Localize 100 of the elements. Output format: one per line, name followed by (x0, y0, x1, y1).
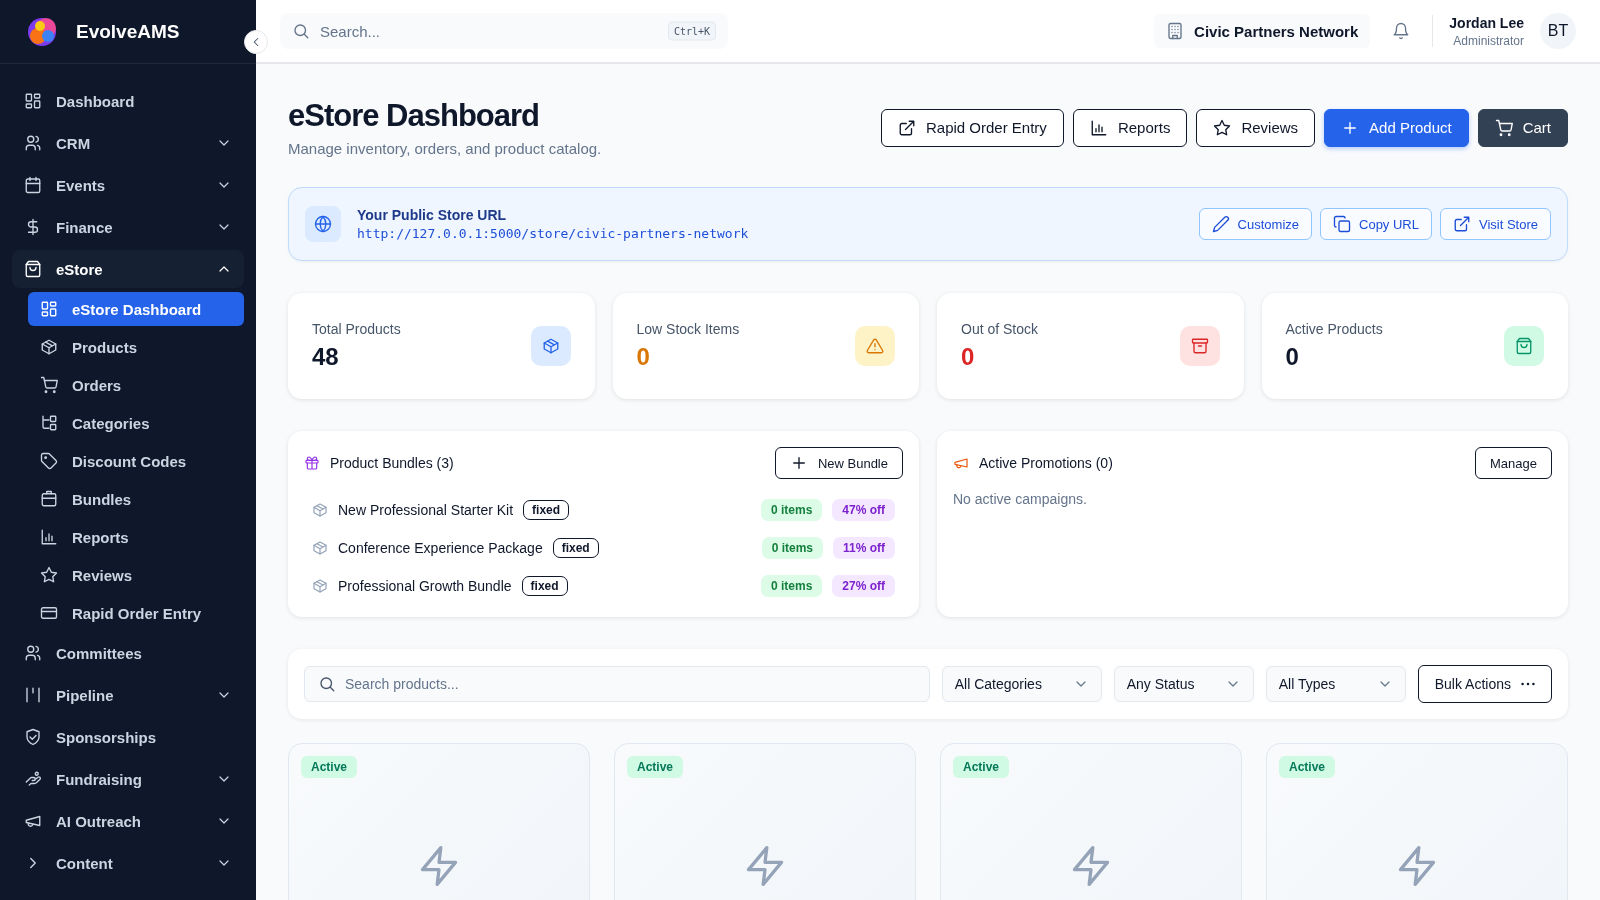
package-icon (40, 490, 58, 508)
external-link-icon (1453, 215, 1471, 233)
nav-group[interactable]: CRM (12, 124, 244, 162)
stat-label: Low Stock Items (636, 321, 741, 337)
search-icon (292, 22, 310, 40)
item-count-badge: 0 items (760, 575, 823, 597)
columns-icon (24, 686, 42, 704)
star-icon (40, 566, 58, 584)
archive-icon (1190, 337, 1209, 355)
nav-item[interactable]: Committees (12, 634, 244, 672)
bundle-type-badge: fixed (523, 500, 570, 520)
nav-subitem[interactable]: Categories (28, 406, 244, 440)
cart-button[interactable]: Cart (1477, 108, 1568, 147)
add-button[interactable]: Add Product (1324, 108, 1469, 147)
gift-icon (304, 455, 320, 471)
bell-icon (1392, 22, 1411, 40)
nav-subitem[interactable]: Orders (28, 368, 244, 402)
nav-group[interactable]: AI Outreach (12, 802, 244, 840)
stat-value: 48 (312, 343, 340, 371)
toolbar-button[interactable]: Reviews (1196, 108, 1316, 147)
nav-subitem[interactable]: Reports (28, 520, 244, 554)
copy-icon (1333, 215, 1351, 233)
bundle-type-badge: fixed (521, 576, 568, 596)
status-badge: Active (301, 756, 358, 778)
new-bundle-button[interactable]: New Bundle (774, 447, 903, 479)
store-url-link[interactable]: http://127.0.0.1:5000/store/civic-partners-network (357, 226, 749, 241)
nav-subitem[interactable]: eStore Dashboard (28, 292, 244, 326)
card-icon (40, 604, 58, 622)
panel-title: Active Promotions (0) (979, 455, 1113, 471)
user-role: Administrator (1453, 33, 1524, 48)
item-count-badge: 0 items (760, 499, 823, 521)
nav-group[interactable]: Events (12, 166, 244, 204)
tag-icon (40, 452, 58, 470)
stat-label: Active Products (1285, 321, 1384, 337)
nav-subitem[interactable]: Bundles (28, 482, 244, 516)
discount-badge: 27% off (832, 575, 895, 597)
user-name: Jordan Lee (1449, 14, 1524, 31)
product-card[interactable]: Active (1266, 743, 1568, 900)
cart-icon (1494, 118, 1513, 137)
hand-icon (24, 770, 42, 788)
toolbar-button[interactable]: Rapid Order Entry (881, 108, 1064, 147)
nav-subitem[interactable]: Rapid Order Entry (28, 596, 244, 630)
product-card[interactable]: Active (614, 743, 916, 900)
nav-group[interactable]: Pipeline (12, 676, 244, 714)
page-subtitle: Manage inventory, orders, and product catalog. (288, 140, 603, 157)
bulk-actions-button[interactable]: Bulk Actions (1417, 665, 1552, 703)
bundle-name[interactable]: Professional Growth Bundle (338, 578, 512, 594)
collapse-sidebar-button[interactable] (244, 30, 268, 54)
toolbar-button[interactable]: Reports (1072, 108, 1188, 147)
cube-icon (541, 337, 560, 355)
cube-icon (312, 578, 328, 594)
brand-name: EvolveAMS (76, 20, 180, 43)
shopping-bag-icon (24, 260, 42, 278)
nav-item[interactable]: Sponsorships (12, 718, 244, 756)
nav-subitem[interactable]: Reviews (28, 558, 244, 592)
more-icon (1521, 682, 1535, 686)
cart-icon (40, 376, 58, 394)
page-title: eStore Dashboard (288, 98, 540, 134)
globe-icon (314, 215, 332, 233)
product-card[interactable]: Active (288, 743, 590, 900)
filter-dropdown[interactable]: Any Status (1113, 666, 1254, 702)
nav-group[interactable]: Finance (12, 208, 244, 246)
nav-group[interactable]: Fundraising (12, 760, 244, 798)
building-icon (1166, 22, 1185, 40)
product-search-field[interactable]: Search products... (304, 666, 930, 702)
people-icon (24, 644, 42, 662)
stat-label: Out of Stock (961, 321, 1040, 337)
search-icon (318, 675, 336, 693)
discount-badge: 47% off (832, 499, 895, 521)
shortcut-hint: Ctrl+K (667, 21, 716, 41)
shield-icon (24, 728, 42, 746)
manage-button[interactable]: Manage (1475, 447, 1552, 479)
shopping-bag-icon (1515, 337, 1533, 355)
user-avatar[interactable]: BT (1540, 13, 1576, 49)
bundle-name[interactable]: New Professional Starter Kit (338, 502, 514, 518)
status-badge: Active (953, 756, 1010, 778)
item-count-badge: 0 items (761, 537, 823, 559)
nav-group[interactable]: eStore (12, 250, 244, 288)
star-icon (1213, 118, 1232, 137)
filter-dropdown[interactable]: All Categories (941, 666, 1102, 702)
pencil-icon (1211, 215, 1230, 233)
product-card[interactable]: Active (940, 743, 1242, 900)
nav-group[interactable]: Content (12, 844, 244, 882)
store-url-button[interactable]: Customize (1198, 208, 1312, 240)
store-url-button[interactable]: Visit Store (1440, 208, 1551, 240)
organization-switcher[interactable]: Civic Partners Network (1154, 14, 1371, 48)
cube-icon (312, 502, 328, 518)
status-badge: Active (1279, 756, 1336, 778)
people-icon (24, 134, 42, 152)
bundle-name[interactable]: Conference Experience Package (338, 540, 543, 556)
store-url-button[interactable]: Copy URL (1320, 208, 1432, 240)
nav-item[interactable]: Dashboard (12, 82, 244, 120)
discount-badge: 11% off (833, 537, 895, 559)
status-badge: Active (627, 756, 684, 778)
cube-icon (312, 540, 328, 556)
nav-subitem[interactable]: Discount Codes (28, 444, 244, 478)
warning-icon (866, 337, 884, 355)
panel-title: Product Bundles (3) (330, 455, 454, 471)
filter-dropdown[interactable]: All Types (1265, 666, 1406, 702)
nav-subitem[interactable]: Products (28, 330, 244, 364)
